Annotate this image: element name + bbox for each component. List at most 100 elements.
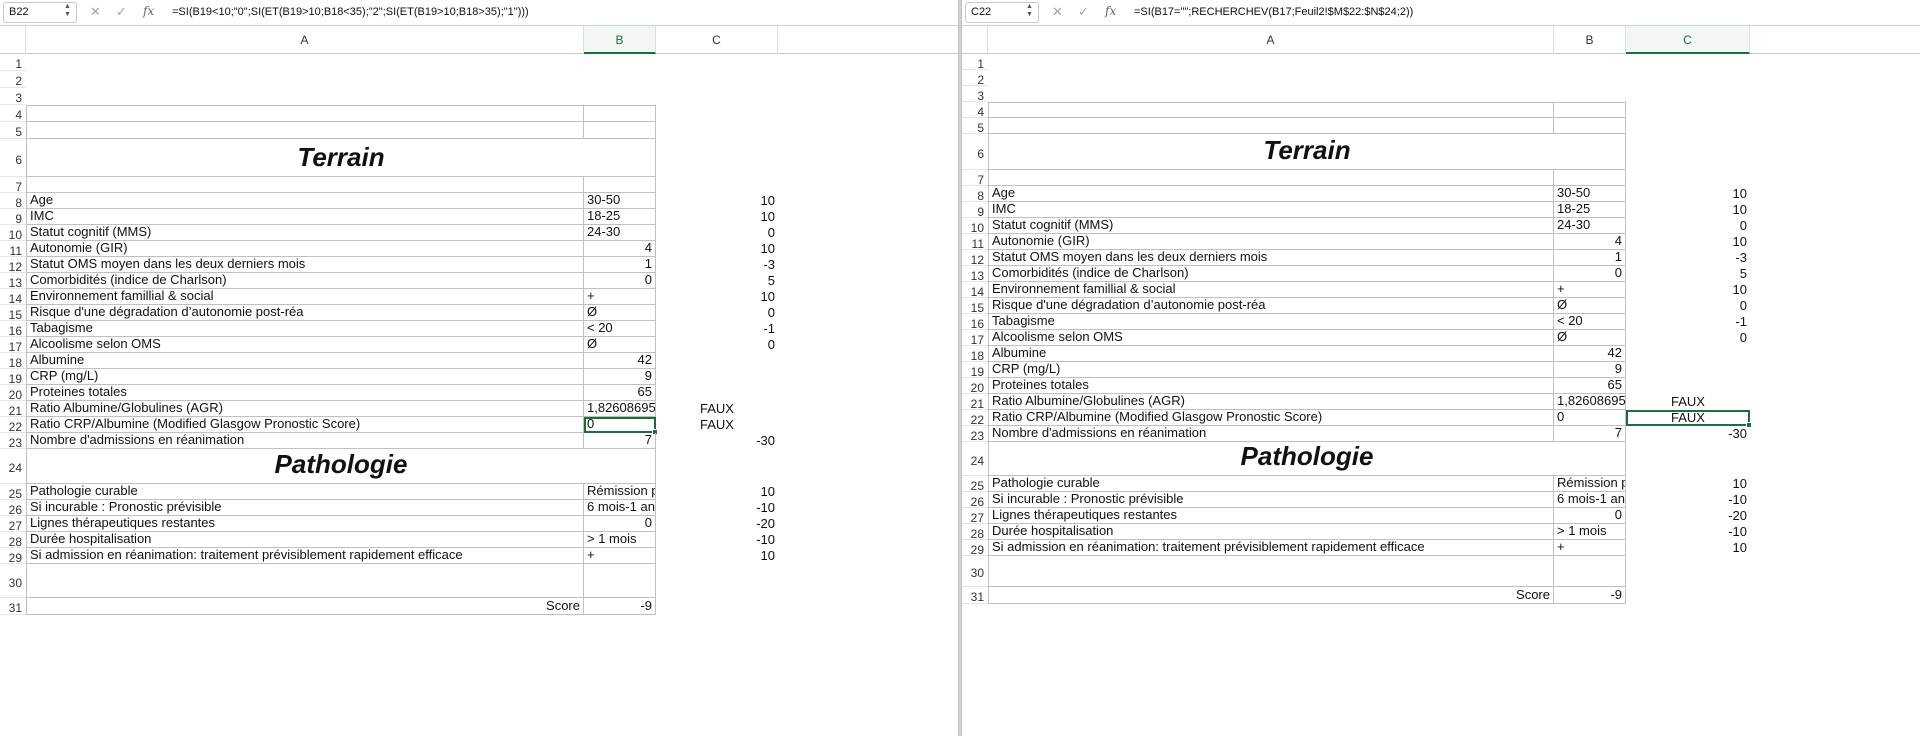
cell-left-a31[interactable]: Score — [26, 598, 584, 615]
cell-right-a31[interactable]: Score — [988, 587, 1554, 604]
cell-left-a15[interactable]: Risque d'une dégradation d’autonomie pos… — [26, 305, 584, 321]
cell-left-b31[interactable]: -9 — [584, 598, 656, 615]
cell-right-a28[interactable]: Durée hospitalisation — [988, 524, 1554, 540]
cell-right-c18[interactable] — [1626, 346, 1750, 362]
row-number[interactable]: 2 — [962, 70, 988, 87]
cell-left-a3[interactable] — [26, 88, 584, 105]
cell-left-a30[interactable] — [26, 564, 584, 598]
cell-left-c2[interactable] — [656, 71, 778, 88]
cell-left-b1[interactable] — [584, 54, 656, 71]
cell-right-c27[interactable]: -20 — [1626, 508, 1750, 524]
cell-right-a20[interactable]: Proteines totales — [988, 378, 1554, 394]
cell-right-c20[interactable] — [1626, 378, 1750, 394]
cell-right-b5[interactable] — [1554, 118, 1626, 134]
row-number[interactable]: 20 — [0, 385, 26, 402]
row-number[interactable]: 10 — [962, 218, 988, 235]
cell-left-c13[interactable]: 5 — [656, 273, 778, 289]
column-header-b[interactable]: B — [584, 26, 656, 54]
cell-right-a23[interactable]: Nombre d'admissions en réanimation — [988, 426, 1554, 442]
cell-left-a16[interactable]: Tabagisme — [26, 321, 584, 337]
row-number[interactable]: 30 — [962, 556, 988, 587]
cell-right-b3[interactable] — [1554, 86, 1626, 102]
cell-left-b17[interactable]: Ø — [584, 337, 656, 353]
row-number[interactable]: 16 — [0, 321, 26, 338]
cell-right-c21[interactable]: FAUX — [1626, 394, 1750, 410]
cell-right-c10[interactable]: 0 — [1626, 218, 1750, 234]
cell-right-b22[interactable]: 0 — [1554, 410, 1626, 426]
row-number[interactable]: 25 — [962, 476, 988, 493]
cell-right-b1[interactable] — [1554, 54, 1626, 70]
row-number[interactable]: 31 — [0, 598, 26, 615]
cell-right-b28[interactable]: > 1 mois — [1554, 524, 1626, 540]
cell-right-b17[interactable]: Ø — [1554, 330, 1626, 346]
row-number[interactable]: 19 — [0, 369, 26, 386]
cell-left-a9[interactable]: IMC — [26, 209, 584, 225]
cell-right-c12[interactable]: -3 — [1626, 250, 1750, 266]
cell-right-a30[interactable] — [988, 556, 1554, 587]
row-number[interactable]: 15 — [0, 305, 26, 322]
cell-right-b2[interactable] — [1554, 70, 1626, 86]
cell-left-c8[interactable]: 10 — [656, 193, 778, 209]
cell-left-c21[interactable]: FAUX — [656, 401, 778, 417]
cell-left-b22[interactable]: 0 — [584, 417, 656, 433]
row-number[interactable]: 13 — [0, 273, 26, 290]
cell-left-a12[interactable]: Statut OMS moyen dans les deux derniers … — [26, 257, 584, 273]
cell-right-b26[interactable]: 6 mois-1 an — [1554, 492, 1626, 508]
cell-left-b16[interactable]: < 20 — [584, 321, 656, 337]
cell-right-c30[interactable] — [1626, 556, 1750, 587]
cell-right-b18[interactable]: 42 — [1554, 346, 1626, 362]
cell-right-c26[interactable]: -10 — [1626, 492, 1750, 508]
cell-right-b9[interactable]: 18-25 — [1554, 202, 1626, 218]
row-number[interactable]: 2 — [0, 71, 26, 88]
cell-right-b21[interactable]: 1,826086957 — [1554, 394, 1626, 410]
cell-right-c5[interactable] — [1626, 118, 1750, 134]
cell-left-a26[interactable]: Si incurable : Pronostic prévisible — [26, 500, 584, 516]
cell-right-b20[interactable]: 65 — [1554, 378, 1626, 394]
cell-right-a12[interactable]: Statut OMS moyen dans les deux derniers … — [988, 250, 1554, 266]
row-number[interactable]: 5 — [962, 118, 988, 135]
cell-right-b25[interactable]: Rémission pro — [1554, 476, 1626, 492]
cell-right-c2[interactable] — [1626, 70, 1750, 86]
row-number[interactable]: 18 — [962, 346, 988, 363]
cell-left-c24[interactable] — [656, 449, 778, 484]
cell-left-c19[interactable] — [656, 369, 778, 385]
row-number[interactable]: 4 — [962, 102, 988, 119]
cell-right-b10[interactable]: 24-30 — [1554, 218, 1626, 234]
cell-left-b26[interactable]: 6 mois-1 an — [584, 500, 656, 516]
column-header-c[interactable]: C — [1626, 26, 1750, 54]
row-number[interactable]: 8 — [0, 193, 26, 210]
cell-right-a5[interactable] — [988, 118, 1554, 134]
row-number[interactable]: 29 — [0, 548, 26, 565]
cell-left-c10[interactable]: 0 — [656, 225, 778, 241]
row-number[interactable]: 17 — [0, 337, 26, 354]
cell-left-a29[interactable]: Si admission en réanimation: traitement … — [26, 548, 584, 564]
row-number[interactable]: 24 — [962, 442, 988, 476]
cell-right-a3[interactable] — [988, 86, 1554, 102]
cell-right-a2[interactable] — [988, 70, 1554, 86]
row-number[interactable]: 7 — [962, 170, 988, 187]
row-number[interactable]: 1 — [0, 54, 26, 71]
row-number[interactable]: 4 — [0, 105, 26, 122]
cell-left-c1[interactable] — [656, 54, 778, 71]
cell-left-c20[interactable] — [656, 385, 778, 401]
cell-left-c6[interactable] — [656, 139, 778, 177]
close-icon[interactable]: ✕ — [90, 4, 101, 20]
cell-right-a16[interactable]: Tabagisme — [988, 314, 1554, 330]
formula-input[interactable]: =SI(B17="";RECHERCHEV(B17;Feuil2!$M$22:$… — [1134, 6, 1413, 18]
cell-right-c7[interactable] — [1626, 170, 1750, 186]
cell-right-b7[interactable] — [1554, 170, 1626, 186]
cell-left-a10[interactable]: Statut cognitif (MMS) — [26, 225, 584, 241]
cell-right-b8[interactable]: 30-50 — [1554, 186, 1626, 202]
select-all-corner[interactable] — [962, 26, 988, 54]
column-header-b[interactable]: B — [1554, 26, 1626, 54]
cell-right-a8[interactable]: Age — [988, 186, 1554, 202]
cell-right-b31[interactable]: -9 — [1554, 587, 1626, 604]
cell-left-b28[interactable]: > 1 mois — [584, 532, 656, 548]
row-number[interactable]: 16 — [962, 314, 988, 331]
row-number[interactable]: 3 — [962, 86, 988, 103]
cell-left-c30[interactable] — [656, 564, 778, 598]
cell-right-a11[interactable]: Autonomie (GIR) — [988, 234, 1554, 250]
cell-left-c26[interactable]: -10 — [656, 500, 778, 516]
column-header-c[interactable]: C — [656, 26, 778, 54]
row-number[interactable]: 5 — [0, 122, 26, 139]
